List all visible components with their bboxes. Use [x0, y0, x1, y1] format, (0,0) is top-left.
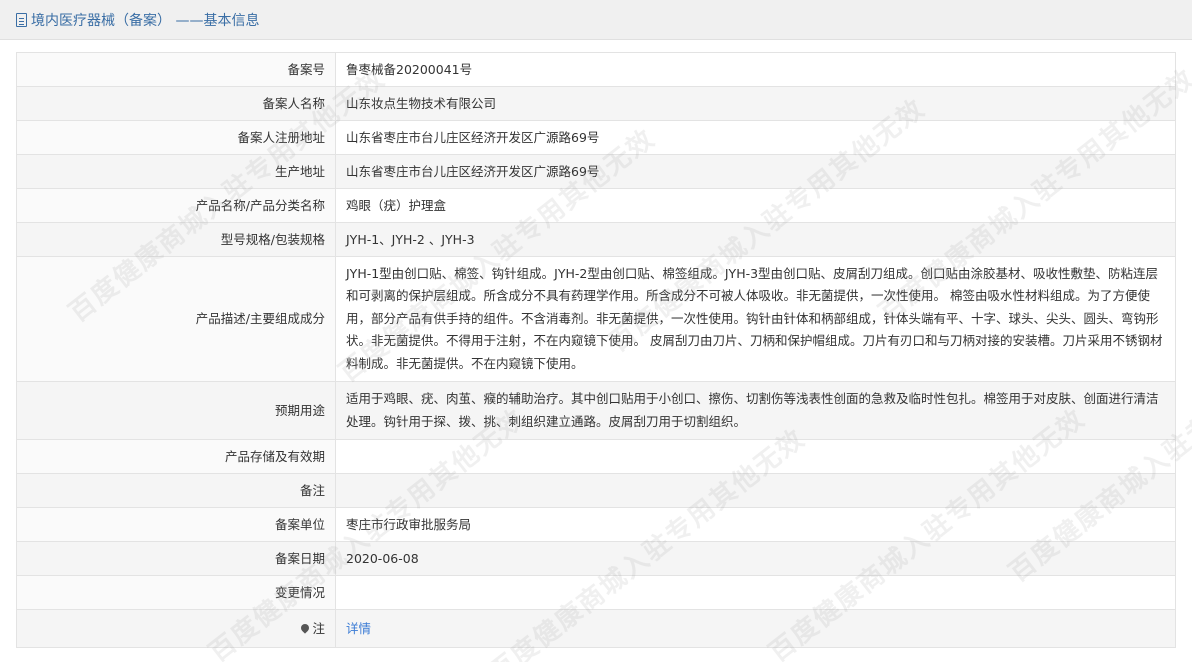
row-label: 备案单位 — [16, 507, 336, 542]
row-value: 鲁枣械备20200041号 — [335, 52, 1176, 87]
row-label: 注 — [312, 620, 325, 636]
table-row: 预期用途 适用于鸡眼、疣、肉茧、瘊的辅助治疗。其中创口贴用于小创口、擦伤、切割伤… — [16, 381, 1176, 440]
row-label: 备案人注册地址 — [16, 120, 336, 155]
row-label: 备案人名称 — [16, 86, 336, 121]
row-label: 生产地址 — [16, 154, 336, 189]
table-row: 变更情况 — [16, 575, 1176, 610]
row-value: JYH-1、JYH-2 、JYH-3 — [335, 222, 1176, 257]
row-value — [335, 473, 1176, 508]
row-value: 2020-06-08 — [335, 541, 1176, 576]
row-value: 枣庄市行政审批服务局 — [335, 507, 1176, 542]
table-row: 备案日期 2020-06-08 — [16, 541, 1176, 576]
row-label: 产品名称/产品分类名称 — [16, 188, 336, 223]
table-row: 产品存储及有效期 — [16, 439, 1176, 474]
details-link[interactable]: 详情 — [346, 621, 371, 636]
page-header: 境内医疗器械（备案） ——基本信息 — [0, 0, 1192, 40]
table-row: 备案人名称 山东妆点生物技术有限公司 — [16, 86, 1176, 121]
note-label: 注 — [16, 609, 336, 648]
table-row: 备注 — [16, 473, 1176, 508]
table-row: 型号规格/包装规格 JYH-1、JYH-2 、JYH-3 — [16, 222, 1176, 257]
table-row: 产品描述/主要组成成分 JYH-1型由创口贴、棉签、钩针组成。JYH-2型由创口… — [16, 256, 1176, 382]
row-label: 备案日期 — [16, 541, 336, 576]
row-value: 山东妆点生物技术有限公司 — [335, 86, 1176, 121]
row-value — [335, 439, 1176, 474]
row-value: JYH-1型由创口贴、棉签、钩针组成。JYH-2型由创口贴、棉签组成。JYH-3… — [335, 256, 1176, 382]
row-label: 型号规格/包装规格 — [16, 222, 336, 257]
document-icon — [16, 12, 27, 27]
table-row: 产品名称/产品分类名称 鸡眼（疣）护理盒 — [16, 188, 1176, 223]
pin-icon — [299, 621, 312, 634]
table-row: 注 详情 — [16, 609, 1176, 648]
table-row: 生产地址 山东省枣庄市台儿庄区经济开发区广源路69号 — [16, 154, 1176, 189]
page-title: 境内医疗器械（备案） ——基本信息 — [31, 12, 260, 29]
row-value — [335, 575, 1176, 610]
row-label: 产品存储及有效期 — [16, 439, 336, 474]
row-value: 适用于鸡眼、疣、肉茧、瘊的辅助治疗。其中创口贴用于小创口、擦伤、切割伤等浅表性创… — [335, 381, 1176, 440]
row-label: 备案号 — [16, 52, 336, 87]
row-label: 变更情况 — [16, 575, 336, 610]
row-label: 预期用途 — [16, 381, 336, 440]
table-row: 备案号 鲁枣械备20200041号 — [16, 52, 1176, 87]
row-label: 产品描述/主要组成成分 — [16, 256, 336, 382]
row-value: 详情 — [335, 609, 1176, 648]
row-value: 鸡眼（疣）护理盒 — [335, 188, 1176, 223]
table-row: 备案人注册地址 山东省枣庄市台儿庄区经济开发区广源路69号 — [16, 120, 1176, 155]
row-value: 山东省枣庄市台儿庄区经济开发区广源路69号 — [335, 154, 1176, 189]
row-value: 山东省枣庄市台儿庄区经济开发区广源路69号 — [335, 120, 1176, 155]
info-table: 备案号 鲁枣械备20200041号 备案人名称 山东妆点生物技术有限公司 备案人… — [16, 52, 1176, 648]
table-row: 备案单位 枣庄市行政审批服务局 — [16, 507, 1176, 542]
row-label: 备注 — [16, 473, 336, 508]
